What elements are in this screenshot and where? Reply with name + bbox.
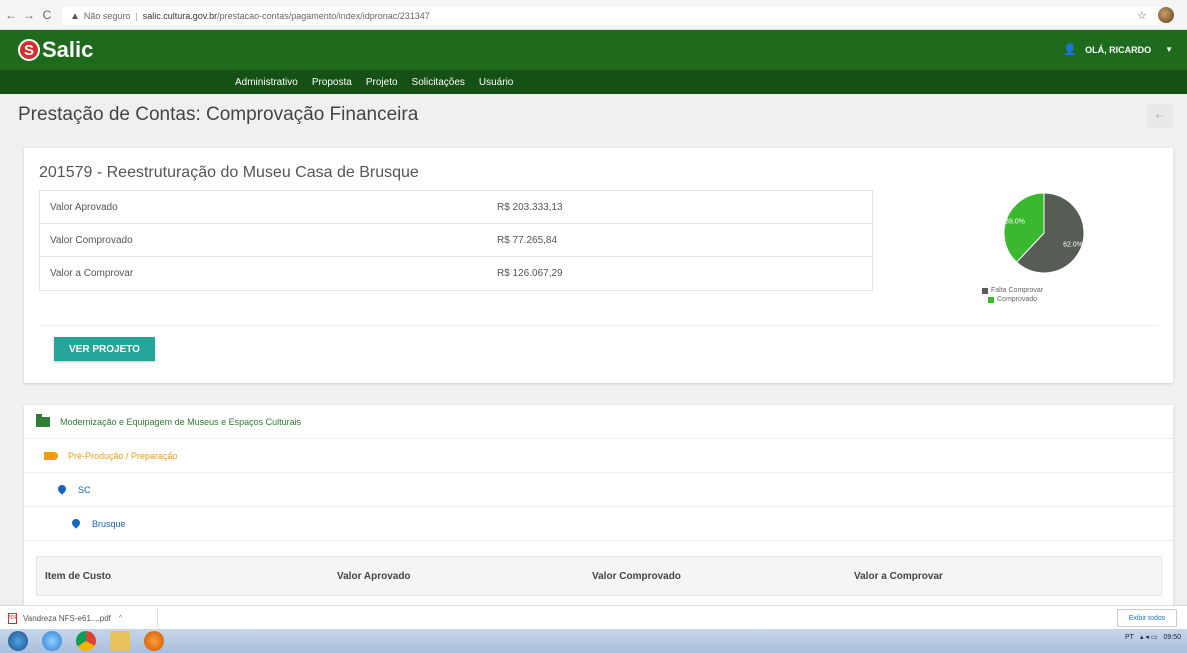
legend-swatch	[988, 296, 994, 303]
cost-tree-card: Modernização e Equipagem de Museus e Esp…	[24, 405, 1173, 605]
divider	[39, 325, 1159, 326]
download-item[interactable]: PDF Vandreza NFS-e61....pdf ^	[8, 609, 158, 627]
legend-item: Comprovado	[982, 295, 1043, 304]
pie-slice-label: 38.0%	[1005, 219, 1025, 226]
page-title: Prestação de Contas: Comprovação Finance…	[18, 104, 419, 125]
row-value: R$ 77.265,84	[497, 234, 558, 246]
chrome-icon[interactable]	[76, 631, 96, 651]
salic-logo[interactable]: S Salic	[18, 37, 93, 63]
back-button[interactable]: ⇠	[1147, 104, 1173, 128]
legend-item: Falta Comprovar	[982, 286, 1043, 295]
windows-taskbar: PT ▴ ◂ ▭ 09:50	[0, 629, 1187, 653]
tree-row-city[interactable]: Brusque	[24, 507, 1173, 541]
map-pin-icon	[58, 485, 66, 495]
nav-item-projeto[interactable]: Projeto	[366, 77, 398, 88]
legend-label: Falta Comprovar	[991, 287, 1044, 294]
app-header: S Salic 👤 OLÁ, RICARDO ▼	[0, 30, 1187, 70]
reload-icon[interactable]: C	[40, 8, 54, 22]
start-button-icon[interactable]	[8, 631, 28, 651]
clock[interactable]: 09:50	[1163, 634, 1181, 641]
row-value: R$ 203.333,13	[497, 201, 563, 213]
cost-table-header: Item de Custo Valor Aprovado Valor Compr…	[36, 556, 1162, 596]
folder-icon[interactable]	[110, 631, 130, 651]
user-menu[interactable]: 👤 OLÁ, RICARDO ▼	[1063, 43, 1173, 56]
table-row: Valor Aprovado R$ 203.333,13	[40, 191, 872, 224]
profile-avatar-icon[interactable]	[1158, 7, 1174, 23]
city-label: Brusque	[92, 518, 126, 529]
tag-icon	[44, 451, 58, 460]
folder-icon	[36, 413, 50, 427]
main-nav: Administrativo Proposta Projeto Solicita…	[0, 70, 1187, 94]
url-path: /prestacao-contas/pagamento/index/idpron…	[217, 11, 430, 21]
logo-text: Salic	[42, 37, 94, 62]
column-header: Valor a Comprovar	[854, 570, 943, 582]
pie-chart: 62.0% 38.0%	[974, 188, 1094, 278]
bookmark-star-icon[interactable]: ☆	[1137, 9, 1147, 22]
ver-projeto-button[interactable]: VER PROJETO	[54, 337, 155, 361]
column-header: Valor Comprovado	[592, 570, 681, 582]
pie-slice-label: 62.0%	[1063, 241, 1083, 248]
project-title: 201579 - Reestruturação do Museu Casa de…	[39, 164, 419, 181]
nav-item-solicitacoes[interactable]: Solicitações	[412, 77, 465, 88]
pie-chart-svg: 62.0% 38.0%	[1003, 192, 1085, 274]
map-pin-icon	[72, 519, 80, 529]
table-row: Valor Comprovado R$ 77.265,84	[40, 224, 872, 257]
values-table: Valor Aprovado R$ 203.333,13 Valor Compr…	[39, 190, 873, 291]
legend-label: Comprovado	[997, 296, 1038, 303]
download-file-name: Vandreza NFS-e61....pdf	[23, 613, 111, 623]
internet-explorer-icon[interactable]	[42, 631, 62, 651]
row-label: Valor a Comprovar	[50, 268, 134, 279]
browser-toolbar: ← → C ▲ Não seguro | salic.cultura.gov.b…	[0, 0, 1187, 30]
table-row: Valor a Comprovar R$ 126.067,29	[40, 257, 872, 290]
nav-item-administrativo[interactable]: Administrativo	[235, 77, 298, 88]
column-header: Valor Aprovado	[337, 570, 411, 582]
column-header: Item de Custo	[45, 570, 112, 582]
address-separator: |	[135, 11, 138, 21]
pdf-file-icon: PDF	[8, 612, 18, 624]
forward-arrow-icon[interactable]: →	[22, 8, 36, 22]
download-bar: PDF Vandreza NFS-e61....pdf ^ Exibir tod…	[0, 605, 1187, 629]
chevron-up-icon[interactable]: ^	[119, 615, 122, 622]
security-label: Não seguro	[83, 11, 131, 21]
media-player-icon[interactable]	[144, 631, 164, 651]
user-icon: 👤	[1063, 44, 1078, 56]
tray-icons[interactable]: ▴ ◂ ▭	[1140, 633, 1158, 641]
state-label: SC	[78, 484, 91, 495]
area-label: Modernização e Equipagem de Museus e Esp…	[60, 416, 302, 427]
user-label: OLÁ, RICARDO	[1085, 44, 1152, 55]
language-indicator[interactable]: PT	[1125, 634, 1134, 641]
chart-legend: Falta Comprovar Comprovado	[982, 286, 1043, 304]
row-label: Valor Aprovado	[50, 201, 118, 213]
salic-logo-icon: S	[18, 39, 40, 61]
back-arrow-icon[interactable]: ←	[4, 8, 18, 22]
tree-row-area[interactable]: Modernização e Equipagem de Museus e Esp…	[24, 405, 1173, 439]
row-label: Valor Comprovado	[50, 234, 133, 246]
nav-item-usuario[interactable]: Usuário	[479, 77, 513, 88]
system-tray: PT ▴ ◂ ▭ 09:50	[1119, 633, 1181, 642]
legend-swatch	[982, 287, 988, 294]
tree-row-stage[interactable]: Pré-Produção / Preparação	[24, 439, 1173, 473]
back-arrow-icon: ⇠	[1155, 110, 1165, 122]
tree-row-state[interactable]: SC	[24, 473, 1173, 507]
url-host: salic.cultura.gov.br	[142, 11, 218, 21]
caret-down-icon: ▼	[1165, 45, 1173, 54]
stage-label: Pré-Produção / Preparação	[68, 450, 178, 461]
project-summary-card: 201579 - Reestruturação do Museu Casa de…	[24, 148, 1173, 383]
address-bar[interactable]: ▲ Não seguro | salic.cultura.gov.br /pre…	[62, 7, 1162, 25]
nav-item-proposta[interactable]: Proposta	[312, 77, 352, 88]
row-value: R$ 126.067,29	[497, 268, 563, 279]
warning-icon: ▲	[70, 10, 80, 22]
show-all-button[interactable]: Exibir todos	[1117, 609, 1177, 627]
